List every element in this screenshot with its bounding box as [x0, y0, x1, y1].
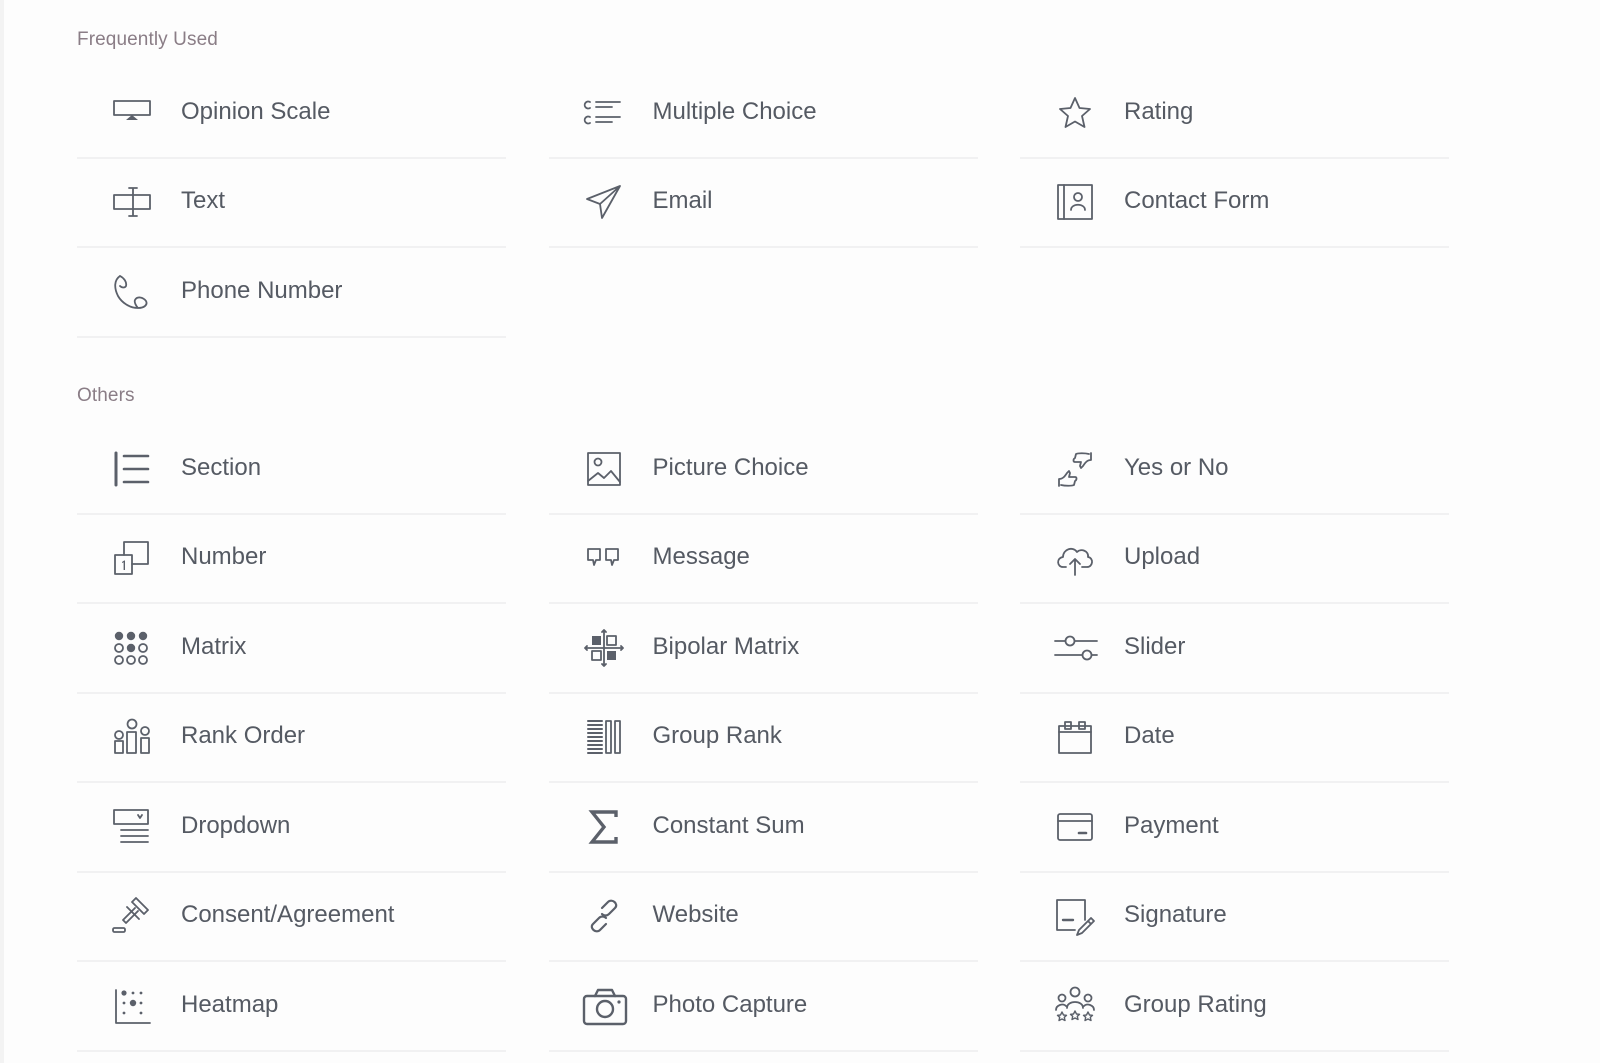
thumbs-up-down-icon [1053, 449, 1097, 489]
question-type-group-rank[interactable]: Group Rank [548, 694, 978, 783]
question-type-signature[interactable]: Signature [1020, 873, 1449, 962]
group-rating-icon [1053, 986, 1097, 1026]
star-icon [1053, 93, 1097, 133]
question-type-picture-choice[interactable]: Picture Choice [548, 425, 978, 515]
question-type-multiple-choice[interactable]: Multiple Choice [548, 69, 978, 159]
question-type-opinion-scale[interactable]: Opinion Scale [77, 69, 506, 159]
question-type-label: Upload [1124, 543, 1201, 571]
group-rank-icon [582, 717, 626, 757]
question-type-consent-agreement[interactable]: Consent/Agreement [77, 873, 506, 962]
bipolar-matrix-icon [582, 628, 626, 668]
signature-icon [1053, 896, 1097, 937]
section-label-frequently-used: Frequently Used [77, 29, 218, 50]
question-type-matrix[interactable]: Matrix [77, 604, 506, 694]
question-type-label: Date [1124, 722, 1175, 750]
contact-card-icon [1053, 182, 1097, 222]
sigma-icon [582, 807, 626, 847]
dropdown-icon [110, 807, 154, 847]
question-type-label: Yes or No [1124, 453, 1229, 481]
question-type-rating[interactable]: Rating [1020, 69, 1449, 159]
slider-icon [1053, 628, 1098, 668]
link-icon [582, 896, 626, 936]
frequently-used-grid: Opinion Scale Multiple Choice Rating Text Em… [77, 69, 1449, 338]
question-type-label: Website [652, 901, 739, 929]
question-type-dropdown[interactable]: Dropdown [77, 783, 506, 873]
question-type-message[interactable]: Message [548, 515, 978, 604]
picture-icon [582, 449, 626, 489]
question-type-upload[interactable]: Upload [1020, 515, 1449, 604]
question-type-label: Opinion Scale [181, 97, 331, 125]
question-type-label: Heatmap [181, 990, 279, 1018]
question-type-label: Rating [1124, 97, 1194, 125]
question-type-bipolar-matrix[interactable]: Bipolar Matrix [548, 604, 978, 694]
question-type-label: Consent/Agreement [181, 901, 395, 929]
question-type-label: Section [181, 453, 262, 481]
question-type-group-rating[interactable]: Group Rating [1020, 962, 1449, 1052]
text-input-icon [110, 182, 154, 222]
section-icon [110, 449, 154, 489]
question-type-text[interactable]: Text [77, 159, 506, 248]
question-type-label: Text [181, 187, 226, 215]
question-type-label: Dropdown [181, 811, 291, 839]
number-icon [110, 538, 154, 578]
question-type-label: Photo Capture [652, 990, 808, 1018]
heatmap-icon [110, 986, 154, 1026]
question-type-label: Bipolar Matrix [652, 632, 800, 660]
question-type-website[interactable]: Website [548, 873, 978, 962]
question-type-label: Rank Order [181, 722, 306, 750]
question-type-payment[interactable]: Payment [1020, 783, 1449, 873]
question-type-label: Email [652, 187, 713, 215]
question-type-label: Group Rank [652, 722, 782, 750]
calendar-icon [1053, 717, 1097, 757]
gavel-icon [110, 896, 154, 936]
camera-icon [582, 986, 627, 1026]
rank-order-icon [110, 717, 154, 757]
question-type-number[interactable]: Number [77, 515, 506, 604]
question-type-label: Phone Number [181, 276, 343, 304]
question-type-label: Message [652, 543, 750, 571]
question-type-phone-number[interactable]: Phone Number [77, 248, 506, 338]
left-border [0, 0, 4, 1063]
question-type-label: Signature [1124, 901, 1227, 929]
question-type-label: Slider [1124, 632, 1186, 660]
question-type-label: Picture Choice [652, 453, 809, 481]
question-type-label: Constant Sum [652, 811, 805, 839]
matrix-icon [110, 628, 154, 668]
question-type-heatmap[interactable]: Heatmap [77, 962, 506, 1052]
question-type-constant-sum[interactable]: Constant Sum [548, 783, 978, 873]
question-type-label: Payment [1124, 811, 1219, 839]
question-type-label: Group Rating [1124, 990, 1267, 1018]
question-type-photo-capture[interactable]: Photo Capture [548, 962, 978, 1052]
question-type-rank-order[interactable]: Rank Order [77, 694, 506, 783]
question-type-section[interactable]: Section [77, 425, 506, 515]
question-type-yes-or-no[interactable]: Yes or No [1020, 425, 1449, 515]
question-type-label: Matrix [181, 632, 247, 660]
question-type-label: Number [181, 543, 267, 571]
multiple-choice-icon [582, 93, 626, 133]
question-type-email[interactable]: Email [548, 159, 978, 248]
quote-icon [582, 538, 626, 578]
credit-card-icon [1053, 807, 1097, 847]
question-type-label: Contact Form [1124, 187, 1270, 215]
section-label-others: Others [77, 385, 135, 406]
opinion-scale-icon [110, 93, 154, 133]
question-type-date[interactable]: Date [1020, 694, 1449, 783]
cloud-upload-icon [1053, 538, 1097, 578]
others-grid: Section Picture Choice Yes or No Number Mess… [77, 425, 1449, 1052]
paper-plane-icon [582, 182, 626, 222]
question-type-label: Multiple Choice [652, 97, 817, 125]
phone-icon [110, 272, 154, 312]
question-type-slider[interactable]: Slider [1020, 604, 1449, 694]
question-type-contact-form[interactable]: Contact Form [1020, 159, 1449, 248]
